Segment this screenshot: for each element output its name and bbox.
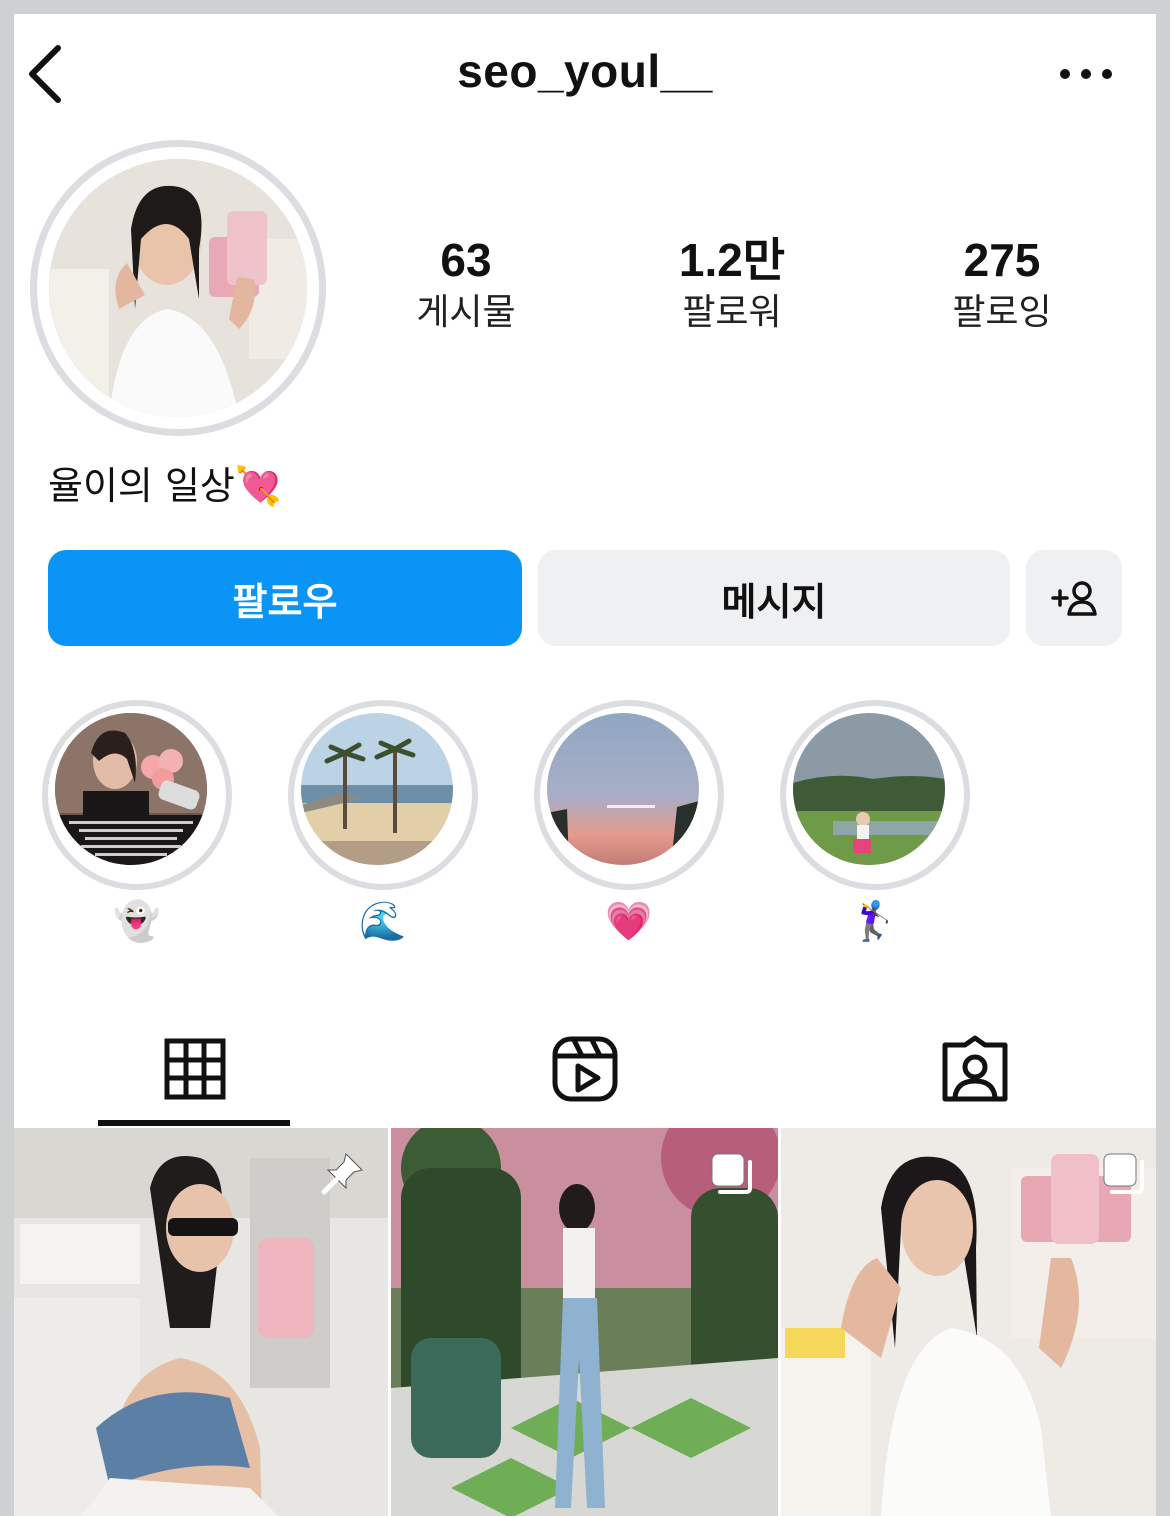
stat-following[interactable]: 275 팔로잉 <box>872 232 1132 338</box>
stat-following-label: 팔로잉 <box>952 292 1052 333</box>
multiple-photos-badge <box>1100 1150 1148 1198</box>
tab-grid[interactable] <box>150 1024 240 1114</box>
grid-icon <box>164 1038 226 1100</box>
reels-icon <box>552 1036 618 1102</box>
message-button[interactable]: 메시지 <box>538 550 1010 646</box>
avatar-ring[interactable] <box>30 140 326 436</box>
highlight-1[interactable]: 👻 <box>42 700 232 950</box>
tab-reels[interactable] <box>540 1024 630 1114</box>
post-tile[interactable] <box>14 1128 388 1516</box>
stat-posts-count: 63 <box>440 234 492 286</box>
suggested-users-button[interactable] <box>1026 550 1122 646</box>
highlight-cover <box>547 713 699 865</box>
multiple-photos-badge <box>708 1150 756 1198</box>
profile-screen: seo_youl__ 63 게시물 1.2만 팔로워 275 팔로잉 율이의 일… <box>14 14 1156 1516</box>
stat-followers-count: 1.2만 <box>678 234 786 286</box>
active-tab-indicator <box>98 1120 290 1126</box>
post-tile[interactable] <box>781 1128 1156 1516</box>
highlight-3[interactable]: 💗 <box>534 700 724 950</box>
stat-posts[interactable]: 63 게시물 <box>336 232 596 338</box>
avatar-image <box>49 159 307 417</box>
more-options-button[interactable] <box>1056 62 1116 86</box>
highlight-cover <box>793 713 945 865</box>
stat-followers-label: 팔로워 <box>682 292 782 333</box>
highlight-4[interactable]: 🏌️‍♀️ <box>780 700 970 950</box>
top-bar: seo_youl__ <box>14 14 1156 134</box>
multiple-photos-icon <box>1103 1153 1144 1194</box>
stat-followers[interactable]: 1.2만 팔로워 <box>602 232 862 338</box>
highlight-label: 🌊 <box>359 899 407 943</box>
pinned-badge <box>318 1150 366 1198</box>
avatar[interactable] <box>49 159 307 417</box>
tagged-person-icon <box>942 1035 1008 1102</box>
add-user-icon <box>1051 581 1097 616</box>
follow-button[interactable]: 팔로우 <box>48 550 522 646</box>
profile-username: seo_youl__ <box>457 45 713 97</box>
highlight-cover <box>301 713 453 865</box>
highlight-label: 🏌️‍♀️ <box>851 899 899 943</box>
more-horizontal-icon <box>1060 69 1070 79</box>
stat-following-count: 275 <box>963 234 1041 286</box>
highlight-2[interactable]: 🌊 <box>288 700 478 950</box>
multiple-photos-icon <box>711 1153 752 1194</box>
highlight-label: 💗 <box>605 899 653 943</box>
highlight-label: 👻 <box>113 899 161 943</box>
tab-tagged[interactable] <box>930 1024 1020 1114</box>
highlight-cover <box>55 713 207 865</box>
stat-posts-label: 게시물 <box>416 292 516 333</box>
pin-icon <box>321 1153 363 1195</box>
profile-bio: 율이의 일상💘 <box>48 464 283 508</box>
post-tile[interactable] <box>391 1128 778 1516</box>
